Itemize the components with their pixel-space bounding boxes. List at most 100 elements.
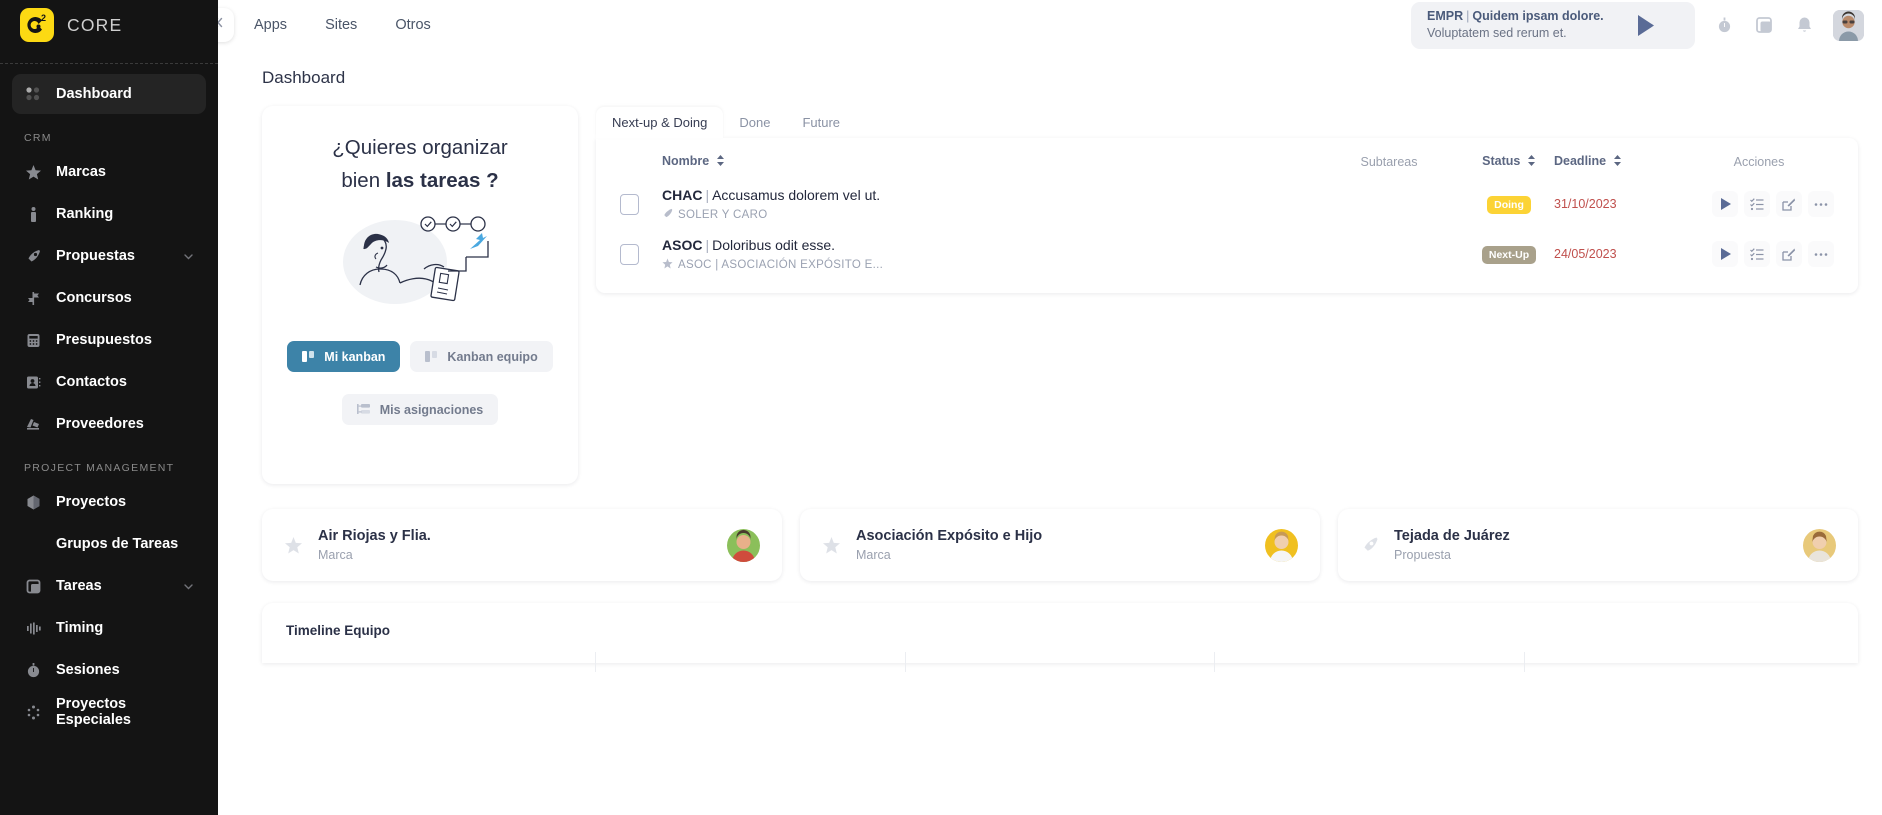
play-icon[interactable] [1626,5,1666,45]
rocket-icon [1360,536,1380,555]
task-checkbox[interactable] [620,243,639,265]
row-actions [1684,191,1834,217]
mi-kanban-label: Mi kanban [324,349,386,364]
status-badge: Doing [1487,195,1531,214]
sidebar-item-concursos[interactable]: Concursos [12,278,206,318]
core-logo-icon: 2 [20,8,54,42]
sidebar-item-sesiones[interactable]: Sesiones [12,650,206,690]
bell-icon[interactable] [1793,14,1815,36]
sidebar-item-proveedores[interactable]: Proveedores [12,404,206,444]
row-checkbox-cell [620,229,662,279]
table-row[interactable]: ASOC | Doloribus odit esse. ASOC | ASOCIAC… [620,229,1834,279]
more-icon[interactable] [1808,191,1834,217]
brand-name: CORE [67,14,123,35]
tab-next-up-and-doing[interactable]: Next-up & Doing [596,107,724,138]
kanban-equipo-button[interactable]: Kanban equipo [410,341,553,372]
list-check-icon[interactable] [1744,241,1770,267]
stopwatch-icon[interactable] [1713,14,1735,36]
truck-icon [24,415,42,433]
task-checkbox[interactable] [620,193,639,215]
top-nav-apps[interactable]: Apps [254,17,287,33]
task-project: ASOC | ASOCIACIÓN EXPÓSITO E... [662,258,1314,272]
sidebar-item-marcas[interactable]: Marcas [12,152,206,192]
user-avatar[interactable] [1833,9,1864,41]
column-header-nombre[interactable]: Nombre [662,154,1314,179]
mis-asignaciones-button[interactable]: Mis asignaciones [341,394,499,425]
sidebar-item-presupuestos[interactable]: Presupuestos [12,320,206,360]
star-icon [284,536,304,555]
active-timer-texts: EMPR | Quidem ipsam dolore. Voluptatem sed… [1427,8,1604,42]
timeline-column [1214,652,1524,672]
avatar[interactable] [727,528,760,562]
timeline-column [904,652,1215,672]
sidebar-item-proyectos-especiales[interactable]: Proyectos Especiales [12,692,206,732]
top-nav-sites[interactable]: Sites [325,17,357,33]
sidebar-item-ranking[interactable]: Ranking [12,194,206,234]
topbar-right: EMPR | Quidem ipsam dolore. Voluptatem sed… [1411,1,1882,49]
mi-kanban-button[interactable]: Mi kanban [287,341,401,372]
entity-card[interactable]: Tejada de Juárez Propuesta [1338,509,1858,581]
chevron-down-icon[interactable] [183,251,194,262]
square-icon [24,577,42,595]
page-title: Dashboard [262,68,346,87]
sidebar-item-contactos[interactable]: Contactos [12,362,206,402]
timeline-column [594,652,905,672]
timeline-title: Timeline Equipo [286,623,391,638]
task-name: CHAC | Accusamus dolorem vel ut. [662,186,1314,205]
sidebar-item-label: Ranking [56,206,114,222]
calculator-icon [24,331,42,349]
active-timer-separator: | [1466,9,1470,23]
task-code: CHAC [662,187,703,203]
sidebar-item-label: Proveedores [56,416,144,432]
sidebar-item-proyectos[interactable]: Proyectos [12,482,206,522]
row-deadline-cell: 31/10/2023 [1554,179,1684,229]
column-header-deadline[interactable]: Deadline [1554,154,1684,179]
play-icon[interactable] [1712,241,1738,267]
entity-cards-row: Air Riojas y Flia. Marca Asociación Expó… [218,484,1882,581]
row-actions-cell [1684,179,1834,229]
signpost-icon [24,289,42,307]
task-name: ASOC | Doloribus odit esse. [662,236,1314,255]
sidebar-section-project-management: PROJECT MANAGEMENT [24,462,175,474]
chevron-down-icon[interactable] [183,581,194,592]
sidebar-item-dashboard[interactable]: Dashboard [12,74,206,114]
sort-icon[interactable] [1527,155,1536,169]
task-code: ASOC [662,237,703,253]
task-project-label: SOLER Y CARO [678,209,768,221]
active-timer-code: EMPR [1427,9,1464,23]
list-check-icon[interactable] [1744,191,1770,217]
square-panel-icon[interactable] [1753,14,1775,36]
kanban-button-row-1: Mi kanban Kanban equipo [287,341,553,372]
entity-card[interactable]: Air Riojas y Flia. Marca [262,509,782,581]
sidebar-item-timing[interactable]: Timing [12,608,206,648]
edit-icon[interactable] [1776,191,1802,217]
sort-icon[interactable] [1613,155,1622,169]
sort-icon[interactable] [716,155,725,169]
promo-line-2-plain: bien [341,169,386,192]
column-label-nombre: Nombre [662,154,710,168]
sidebar-collapse-button[interactable] [218,8,234,42]
sidebar-item-grupos-de-tareas[interactable]: Grupos de Tareas [12,524,206,564]
play-icon[interactable] [1712,191,1738,217]
more-icon[interactable] [1808,241,1834,267]
active-timer-title: EMPR | Quidem ipsam dolore. [1427,8,1604,25]
table-row[interactable]: CHAC | Accusamus dolorem vel ut. SOLER Y C… [620,179,1834,229]
tab-done[interactable]: Done [723,107,786,138]
sidebar-nav: Dashboard CRM Marcas Ranking Propuestas … [0,64,218,732]
top-nav-otros[interactable]: Otros [395,17,430,33]
sidebar-item-label: Timing [56,620,104,636]
brand[interactable]: 2 CORE [0,0,218,50]
sidebar-item-propuestas[interactable]: Propuestas [12,236,206,276]
avatar[interactable] [1803,528,1836,562]
edit-icon[interactable] [1776,241,1802,267]
task-separator: | [705,187,710,203]
sidebar-item-tareas[interactable]: Tareas [12,566,206,606]
kanban-icon [425,350,438,363]
entity-card[interactable]: Asociación Expósito e Hijo Marca [800,509,1320,581]
avatar[interactable] [1265,528,1298,562]
column-header-status[interactable]: Status [1464,154,1554,179]
tab-future[interactable]: Future [786,107,856,138]
entity-type: Propuesta [1394,548,1451,562]
star-icon [822,536,842,555]
active-timer-card[interactable]: EMPR | Quidem ipsam dolore. Voluptatem sed… [1411,1,1695,49]
